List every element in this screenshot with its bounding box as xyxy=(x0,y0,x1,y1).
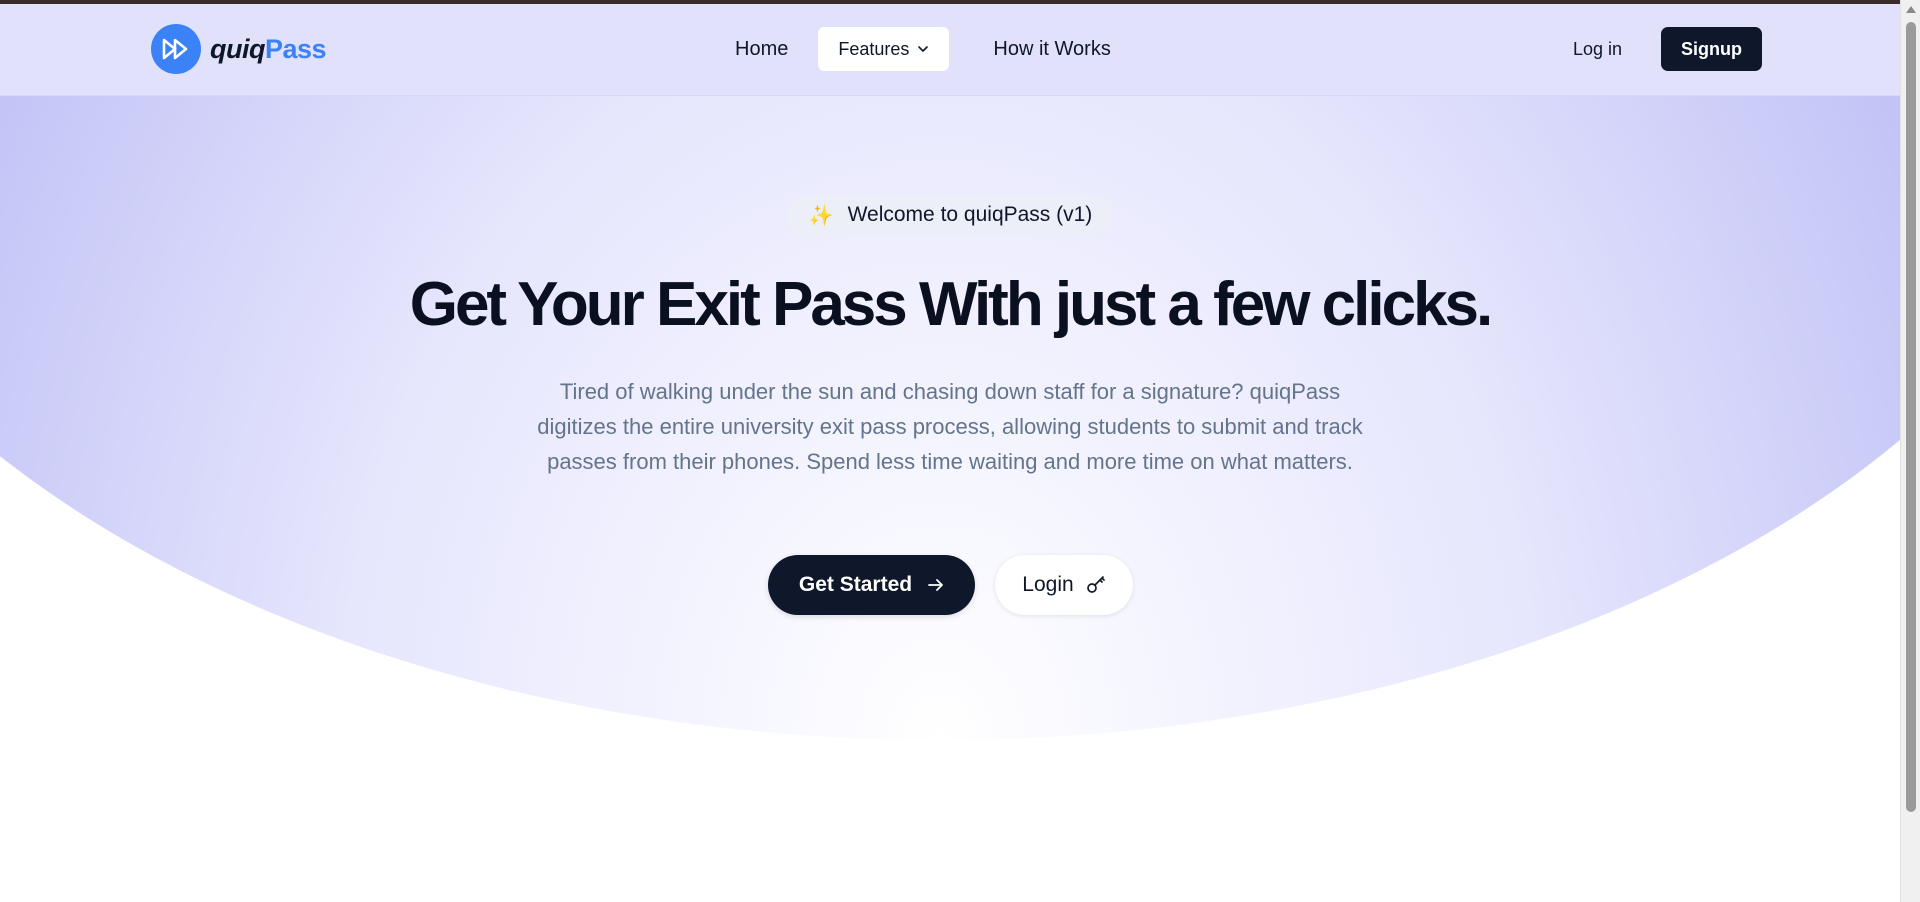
nav-auth: Log in Signup xyxy=(1553,27,1763,71)
scrollbar-thumb[interactable] xyxy=(1906,22,1916,812)
key-icon xyxy=(1086,575,1106,595)
page-scrollbar[interactable] xyxy=(1900,0,1920,902)
logo-link[interactable]: quiqPass xyxy=(151,24,327,74)
logo-wordmark-part2: Pass xyxy=(264,33,327,64)
chevron-down-icon xyxy=(917,45,929,53)
arrow-right-icon xyxy=(928,578,944,592)
page: quiqPass Home Features How it Works Log … xyxy=(0,0,1920,902)
welcome-badge: ✨ Welcome to quiqPass (v1) xyxy=(787,195,1114,235)
get-started-label: Get Started xyxy=(798,573,913,596)
nav-link-home[interactable]: Home xyxy=(720,27,803,71)
login-button[interactable]: Login xyxy=(995,555,1133,615)
nav-links: Home Features How it Works xyxy=(720,27,1126,71)
nav-features-label: Features xyxy=(838,38,910,59)
get-started-button[interactable]: Get Started xyxy=(768,555,975,615)
hero-section: ✨ Welcome to quiqPass (v1) Get Your Exit… xyxy=(0,0,1900,902)
nav-login-link[interactable]: Log in xyxy=(1553,27,1642,71)
cta-row: Get Started Login xyxy=(768,555,1133,615)
nav-link-how-it-works[interactable]: How it Works xyxy=(978,27,1125,71)
window-top-edge xyxy=(0,0,1920,4)
hero-headline: Get Your Exit Pass With just a few click… xyxy=(409,270,1494,339)
logo-wordmark-part1: quiq xyxy=(210,33,265,64)
login-label: Login xyxy=(1022,573,1074,596)
logo-wordmark: quiqPass xyxy=(210,33,327,65)
hero-description: Tired of walking under the sun and chasi… xyxy=(537,379,1363,474)
navbar: quiqPass Home Features How it Works Log … xyxy=(0,4,1900,96)
signup-button[interactable]: Signup xyxy=(1661,27,1763,71)
sparkles-icon: ✨ xyxy=(808,204,834,227)
nav-features-dropdown[interactable]: Features xyxy=(818,27,950,71)
scroll-up-arrow-icon[interactable] xyxy=(1906,6,1916,13)
fast-forward-icon xyxy=(151,24,201,74)
badge-text: Welcome to quiqPass (v1) xyxy=(847,203,1093,226)
